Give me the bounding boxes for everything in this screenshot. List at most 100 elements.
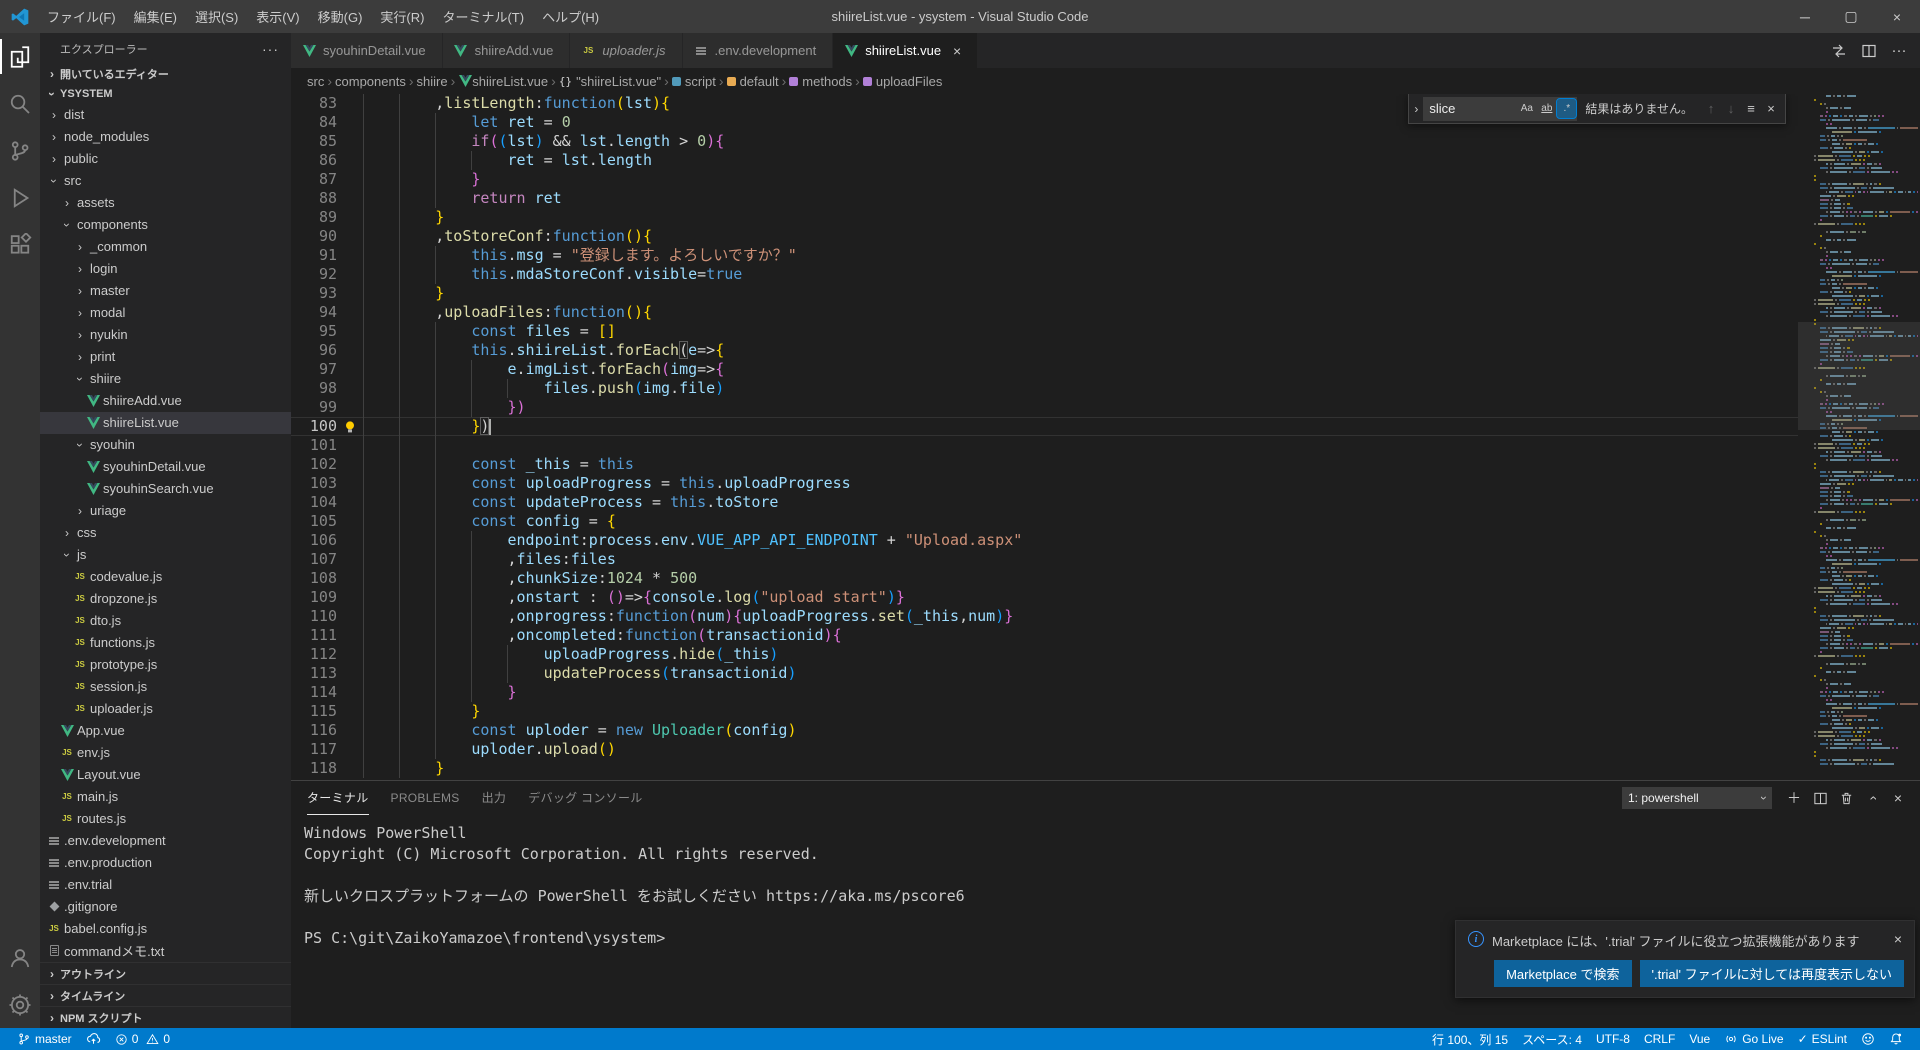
close-tab-icon[interactable]: ×: [947, 41, 967, 61]
code-line[interactable]: [361, 436, 1798, 455]
code-line[interactable]: this.shiireList.forEach(e=>{: [361, 341, 1798, 360]
code-line[interactable]: }): [361, 398, 1798, 417]
code-line[interactable]: ,onprogress:function(num){uploadProgress…: [361, 607, 1798, 626]
code-line[interactable]: ,uploadFiles:function(){: [361, 303, 1798, 322]
go-live-status[interactable]: Go Live: [1717, 1028, 1790, 1050]
explorer-more-actions-icon[interactable]: ···: [262, 41, 279, 57]
tree-folder[interactable]: ›syouhin: [40, 434, 291, 456]
match-case-icon[interactable]: Aa: [1517, 99, 1536, 118]
tree-file[interactable]: JSmain.js: [40, 786, 291, 808]
code-line[interactable]: }): [361, 417, 1798, 436]
breadcrumb-item[interactable]: script: [672, 74, 716, 89]
code-line[interactable]: const uploadProgress = this.uploadProgre…: [361, 474, 1798, 493]
find-previous-icon[interactable]: ↑: [1701, 99, 1721, 119]
code-line[interactable]: ,chunkSize:1024 * 500: [361, 569, 1798, 588]
code-line[interactable]: const uploder = new Uploader(config): [361, 721, 1798, 740]
account-icon[interactable]: [0, 934, 40, 981]
tree-file[interactable]: JSuploader.js: [40, 698, 291, 720]
sidebar-section[interactable]: ›アウトライン: [40, 962, 291, 984]
encoding-status[interactable]: UTF-8: [1589, 1028, 1637, 1050]
code-line[interactable]: const config = {: [361, 512, 1798, 531]
tree-file[interactable]: .gitignore: [40, 896, 291, 918]
minimap-slider[interactable]: [1798, 322, 1920, 430]
code-line[interactable]: e.imgList.forEach(img=>{: [361, 360, 1798, 379]
tree-folder[interactable]: ›modal: [40, 302, 291, 324]
feedback-icon[interactable]: [1854, 1028, 1882, 1050]
code-line[interactable]: }: [361, 759, 1798, 778]
sidebar-section[interactable]: ›NPM スクリプト: [40, 1006, 291, 1028]
tree-file[interactable]: Layout.vue: [40, 764, 291, 786]
panel-tab[interactable]: デバッグ コンソール: [528, 781, 642, 815]
whole-word-icon[interactable]: ab: [1537, 99, 1556, 118]
tree-file[interactable]: JSdropzone.js: [40, 588, 291, 610]
tree-file[interactable]: JScodevalue.js: [40, 566, 291, 588]
eol-status[interactable]: CRLF: [1637, 1028, 1682, 1050]
split-editor-icon[interactable]: [1856, 38, 1882, 64]
code-line[interactable]: ,oncompleted:function(transactionid){: [361, 626, 1798, 645]
toggle-replace-icon[interactable]: ›: [1409, 94, 1423, 123]
breadcrumb-item[interactable]: default: [727, 74, 779, 89]
search-icon[interactable]: [0, 80, 40, 127]
language-mode-status[interactable]: Vue: [1682, 1028, 1717, 1050]
menu-item[interactable]: ヘルプ(H): [533, 0, 608, 33]
panel-tab[interactable]: 出力: [482, 781, 507, 815]
code-line[interactable]: return ret: [361, 189, 1798, 208]
explorer-icon[interactable]: [0, 33, 40, 80]
notifications-bell-icon[interactable]: [1882, 1028, 1910, 1050]
tree-folder[interactable]: ›public: [40, 148, 291, 170]
minimap[interactable]: [1798, 94, 1920, 780]
problems-status[interactable]: 0 0: [108, 1028, 177, 1050]
tree-folder[interactable]: ›master: [40, 280, 291, 302]
tree-file[interactable]: JSprototype.js: [40, 654, 291, 676]
extensions-icon[interactable]: [0, 221, 40, 268]
tree-folder[interactable]: ›src: [40, 170, 291, 192]
code-line[interactable]: ,toStoreConf:function(){: [361, 227, 1798, 246]
open-editors-section[interactable]: › 開いているエディター: [40, 64, 291, 84]
minimize-button[interactable]: ─: [1782, 0, 1828, 33]
tree-folder[interactable]: ›login: [40, 258, 291, 280]
tree-file[interactable]: JSenv.js: [40, 742, 291, 764]
tree-folder[interactable]: ›print: [40, 346, 291, 368]
close-notification-icon[interactable]: ×: [1892, 931, 1904, 947]
find-in-selection-icon[interactable]: ≡: [1741, 99, 1761, 119]
code-line[interactable]: const _this = this: [361, 455, 1798, 474]
menu-item[interactable]: 移動(G): [309, 0, 372, 33]
code-line[interactable]: updateProcess(transactionid): [361, 664, 1798, 683]
menu-item[interactable]: 編集(E): [125, 0, 186, 33]
code-line[interactable]: }: [361, 170, 1798, 189]
lightbulb-icon[interactable]: [343, 420, 357, 434]
tree-file[interactable]: App.vue: [40, 720, 291, 742]
sidebar-section[interactable]: ›タイムライン: [40, 984, 291, 1006]
tree-file[interactable]: JSroutes.js: [40, 808, 291, 830]
find-next-icon[interactable]: ↓: [1721, 99, 1741, 119]
tree-folder[interactable]: ›assets: [40, 192, 291, 214]
tree-file[interactable]: syouhinDetail.vue: [40, 456, 291, 478]
tree-folder[interactable]: ›js: [40, 544, 291, 566]
code-line[interactable]: if((lst) && lst.length > 0){: [361, 132, 1798, 151]
open-changes-icon[interactable]: [1826, 38, 1852, 64]
code-line[interactable]: const updateProcess = this.toStore: [361, 493, 1798, 512]
breadcrumb-item[interactable]: uploadFiles: [863, 74, 943, 89]
indentation-status[interactable]: スペース: 4: [1515, 1028, 1589, 1050]
menu-item[interactable]: ファイル(F): [38, 0, 125, 33]
regex-icon[interactable]: .*: [1557, 99, 1576, 118]
code-line[interactable]: ,onstart : ()=>{console.log("upload star…: [361, 588, 1798, 607]
tree-folder[interactable]: ›dist: [40, 104, 291, 126]
tree-folder[interactable]: ›nyukin: [40, 324, 291, 346]
workspace-root-section[interactable]: › YSYSTEM: [40, 84, 291, 104]
find-input[interactable]: slice Aa ab .*: [1423, 97, 1577, 121]
code-line[interactable]: uploder.upload(): [361, 740, 1798, 759]
tree-folder[interactable]: ›css: [40, 522, 291, 544]
cursor-position-status[interactable]: 行 100、列 15: [1425, 1028, 1515, 1050]
editor-tab[interactable]: .env.development: [683, 33, 833, 68]
code-line[interactable]: this.mdaStoreConf.visible=true: [361, 265, 1798, 284]
tree-file[interactable]: JSfunctions.js: [40, 632, 291, 654]
editor-tab[interactable]: syouhinDetail.vue: [291, 33, 442, 68]
breadcrumb-item[interactable]: components: [335, 74, 406, 89]
close-panel-icon[interactable]: ×: [1886, 786, 1910, 810]
breadcrumb-item[interactable]: shiire: [417, 74, 448, 89]
more-actions-icon[interactable]: ···: [1886, 38, 1912, 64]
editor-tab[interactable]: shiireAdd.vue: [443, 33, 570, 68]
code-line[interactable]: }: [361, 208, 1798, 227]
close-button[interactable]: ×: [1874, 0, 1920, 33]
